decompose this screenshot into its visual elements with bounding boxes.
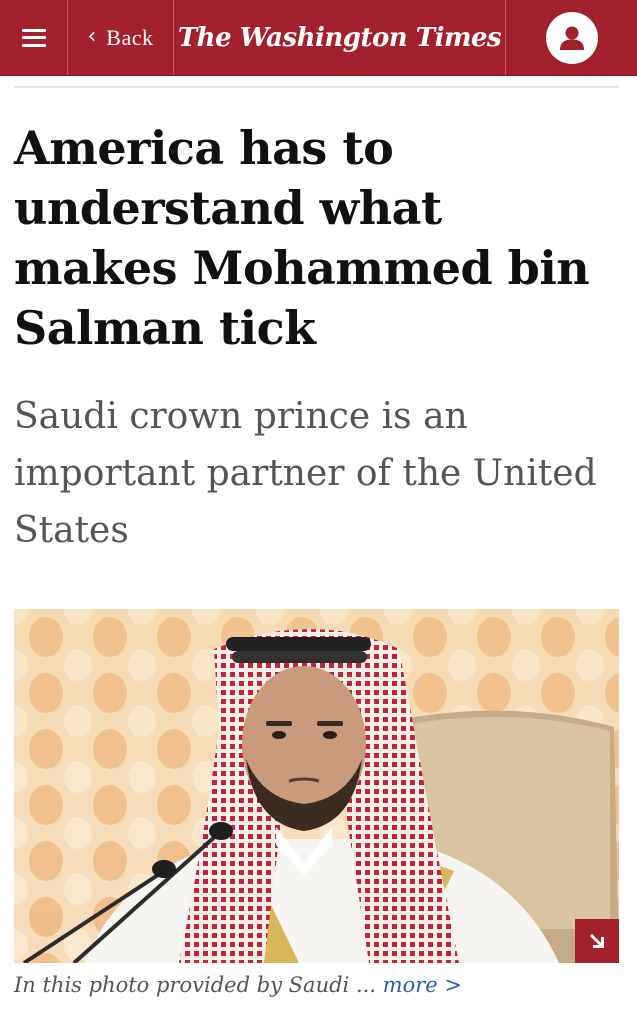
header-divider (14, 86, 619, 88)
portrait-illustration (14, 609, 619, 963)
account-button[interactable] (506, 0, 637, 75)
caption-text: In this photo provided by Saudi (14, 973, 350, 997)
caption-ellipsis: ... (349, 973, 383, 997)
top-navigation-bar: ‹ Back The Washington Times (0, 0, 637, 76)
back-button[interactable]: ‹ Back (68, 0, 174, 75)
photo-caption: In this photo provided by Saudi ... more… (14, 973, 619, 997)
user-account-icon (545, 11, 598, 64)
expand-arrow-icon (590, 934, 604, 948)
caption-more-link[interactable]: more > (383, 973, 462, 997)
chevron-left-icon: ‹ (87, 23, 97, 49)
site-logo: The Washington Times (177, 22, 502, 53)
site-logo-link[interactable]: The Washington Times (174, 0, 506, 75)
article-photo[interactable] (14, 609, 619, 963)
article-headline: America has to understand what makes Moh… (14, 121, 590, 355)
back-label: Back (106, 24, 154, 50)
menu-button[interactable] (0, 0, 68, 75)
hamburger-menu-icon (21, 28, 46, 47)
expand-photo-button[interactable] (575, 919, 619, 963)
article-subheadline: Saudi crown prince is an important partn… (14, 396, 597, 551)
